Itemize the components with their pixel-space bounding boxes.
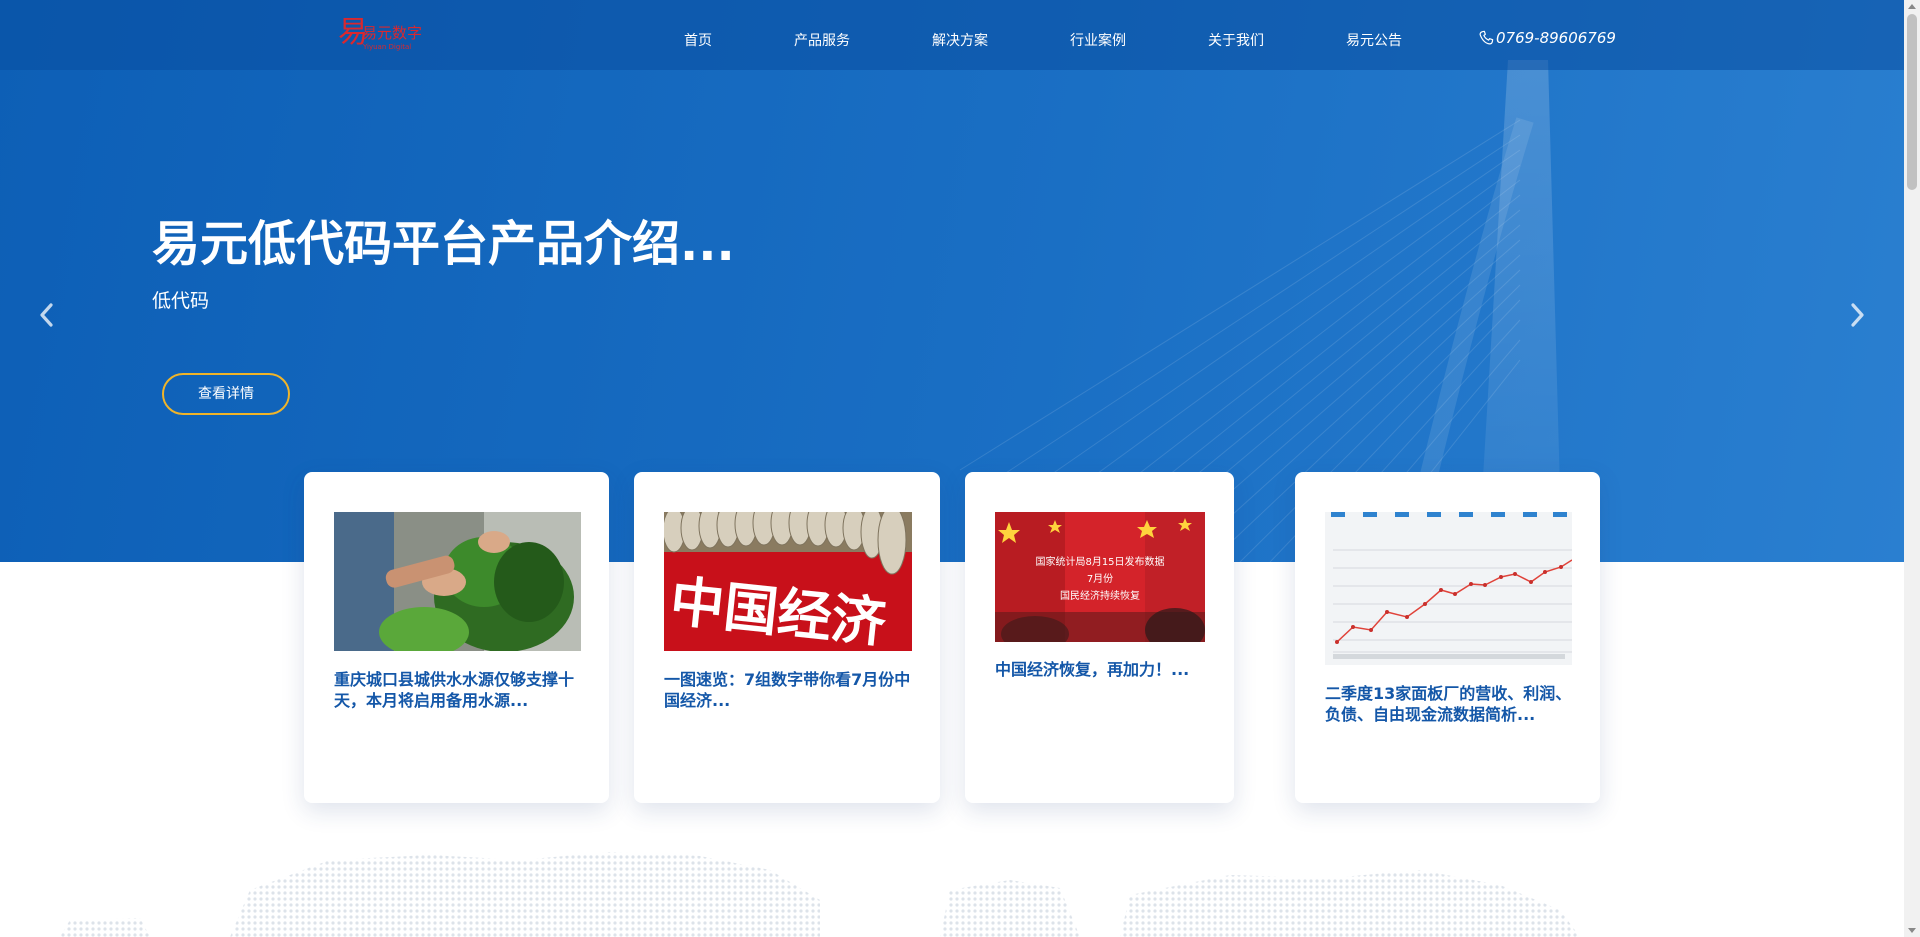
news-card[interactable]: 中国经济 一图速览：7组数字带你看7月份中国经济... (634, 472, 940, 803)
slide-subtitle: 低代码 (152, 290, 210, 312)
card-title[interactable]: 重庆城口县城供水水源仅够支撑十天，本月将启用备用水源... (334, 669, 581, 711)
slide-title: 易元低代码平台产品介绍... (152, 216, 735, 272)
news-card[interactable]: 重庆城口县城供水水源仅够支撑十天，本月将启用备用水源... (304, 472, 609, 803)
page-scrollbar[interactable] (1904, 0, 1920, 937)
logo-name: 易元数字 (362, 24, 423, 42)
nav-item-home[interactable]: 首页 (684, 30, 712, 50)
card-image-text: 国民经济持续恢复 (1060, 589, 1140, 602)
phone-icon (1479, 30, 1494, 45)
view-details-button[interactable]: 查看详情 (162, 373, 290, 415)
logo-subtitle: Yiyuan Digital (363, 43, 412, 51)
phone-contact[interactable]: 0769-89606769 (1478, 29, 1616, 47)
nav-item-products[interactable]: 产品服务 (794, 30, 850, 50)
scroll-down-icon[interactable] (1908, 928, 1916, 933)
chevron-right-icon[interactable] (1842, 300, 1872, 330)
nav-item-solutions[interactable]: 解决方案 (932, 30, 988, 50)
card-image-china-economy[interactable]: 中国经济 (664, 512, 912, 651)
nav-item-announcements[interactable]: 易元公告 (1346, 30, 1402, 50)
card-image-line-chart[interactable] (1325, 512, 1572, 665)
bridge-background-graphic (959, 60, 1562, 562)
site-logo[interactable]: 易 易元数字 Yiyuan Digital (338, 16, 428, 54)
card-title[interactable]: 中国经济恢复，再加力！... (995, 659, 1205, 680)
card-image-flags[interactable]: 国家统计局8月15日发布数据 7月份 国民经济持续恢复 (995, 512, 1205, 642)
card-image-text: 国家统计局8月15日发布数据 (1035, 555, 1164, 568)
hero-banner: 易 易元数字 Yiyuan Digital 首页 产品服务 解决方案 行业案例 … (0, 0, 1904, 562)
chevron-left-icon[interactable] (32, 300, 62, 330)
news-card[interactable]: 国家统计局8月15日发布数据 7月份 国民经济持续恢复 中国经济恢复，再加力！.… (965, 472, 1234, 803)
scroll-up-icon[interactable] (1908, 4, 1916, 9)
card-title[interactable]: 二季度13家面板厂的营收、利润、负债、自由现金流数据简析... (1325, 683, 1572, 725)
world-map-background (60, 852, 1580, 937)
card-image-vegetables[interactable] (334, 512, 581, 651)
news-card[interactable]: 二季度13家面板厂的营收、利润、负债、自由现金流数据简析... (1295, 472, 1600, 803)
nav-item-cases[interactable]: 行业案例 (1070, 30, 1126, 50)
card-title[interactable]: 一图速览：7组数字带你看7月份中国经济... (664, 669, 912, 711)
nav-item-about[interactable]: 关于我们 (1208, 30, 1264, 50)
phone-number: 0769-89606769 (1496, 29, 1616, 47)
scrollbar-thumb[interactable] (1907, 14, 1917, 190)
card-image-text: 7月份 (1087, 573, 1113, 585)
